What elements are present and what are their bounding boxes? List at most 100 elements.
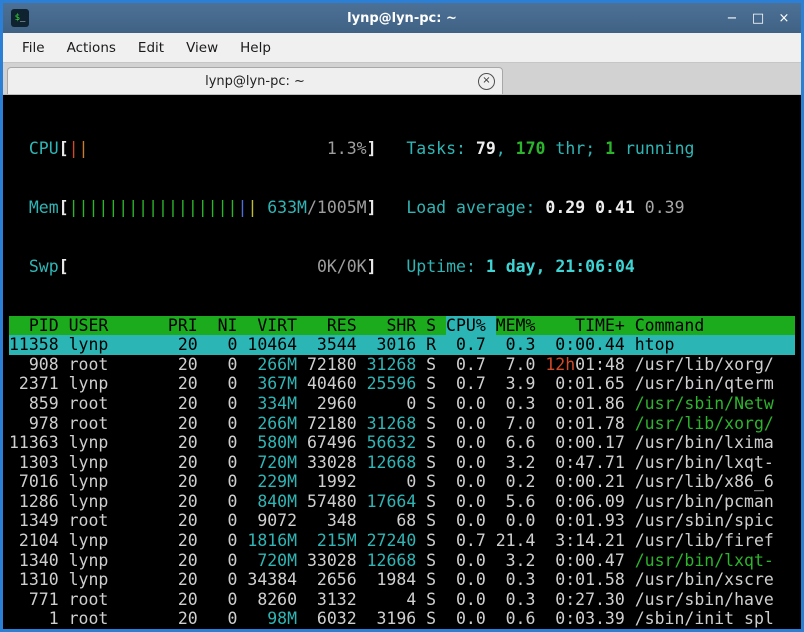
cell-ni: 0 xyxy=(208,394,248,414)
htop-header-area: CPU[||1.3%] Mem[|||||||||||||||||||633M/… xyxy=(9,100,795,316)
cpu-meter-close-bracket: ] xyxy=(367,139,377,158)
column-header-cmd[interactable]: Command xyxy=(635,316,795,336)
menu-actions[interactable]: Actions xyxy=(56,35,127,61)
cell-pri: 20 xyxy=(168,433,208,453)
cell-user: root xyxy=(69,590,168,610)
cell-user: lynp xyxy=(69,551,168,571)
cell-pri: 20 xyxy=(168,551,208,571)
running-label: running xyxy=(615,139,694,158)
cell-virt: 720M xyxy=(247,551,307,571)
cell-res: 33028 xyxy=(307,551,367,571)
process-row[interactable]: 1349root200907234868S0.00.00:01.93/usr/s… xyxy=(9,511,795,531)
process-row-selected[interactable]: 11358lynp2001046435443016R0.70.30:00.44h… xyxy=(9,335,795,355)
cell-user: root xyxy=(69,394,168,414)
process-row[interactable]: 1root20098M60323196S0.00.60:03.39/sbin/i… xyxy=(9,609,795,629)
column-header-pid[interactable]: PID xyxy=(9,316,69,336)
cell-pid: 859 xyxy=(9,394,69,414)
process-row[interactable]: 7016lynp200229M19920S0.00.20:00.21/usr/l… xyxy=(9,472,795,492)
cell-s: S xyxy=(426,355,446,375)
process-row[interactable]: 2371lynp200367M4046025596S0.73.90:01.65/… xyxy=(9,374,795,394)
cell-mem: 7.0 xyxy=(496,355,546,375)
cell-res: 67496 xyxy=(307,433,367,453)
cell-time: 0:00.44 xyxy=(545,335,634,355)
cell-res: 1992 xyxy=(307,472,367,492)
cell-mem: 6.6 xyxy=(496,433,546,453)
tasks-count: 79 xyxy=(476,139,496,158)
column-header-pri[interactable]: PRI xyxy=(168,316,208,336)
process-row[interactable]: 1303lynp200720M3302812668S0.03.20:47.71/… xyxy=(9,453,795,473)
cell-res: 348 xyxy=(307,511,367,531)
cell-res: 2960 xyxy=(307,394,367,414)
load-1: 0.29 xyxy=(545,198,585,217)
cell-s: S xyxy=(426,609,446,629)
cell-virt: 1816M xyxy=(247,531,307,551)
cell-cpu: 0.7 xyxy=(446,355,496,375)
cell-cmd: /usr/sbin/have xyxy=(635,590,795,610)
cell-time: 0:01.93 xyxy=(545,511,634,531)
cell-virt: 10464 xyxy=(247,335,307,355)
cell-pri: 20 xyxy=(168,511,208,531)
swap-meter-open-bracket: [ xyxy=(59,257,69,276)
tab-close-icon[interactable]: × xyxy=(478,73,495,90)
process-row[interactable]: 1310lynp2003438426561984S0.00.30:01.58/u… xyxy=(9,570,795,590)
cpu-meter-open-bracket: [ xyxy=(59,139,69,158)
cell-res: 72180 xyxy=(307,414,367,434)
cell-ni: 0 xyxy=(208,414,248,434)
cell-shr: 12668 xyxy=(367,551,427,571)
cell-cpu: 0.7 xyxy=(446,335,496,355)
process-row[interactable]: 2104lynp2001816M215M27240S0.721.43:14.21… xyxy=(9,531,795,551)
tasks-sep2: ; xyxy=(585,139,605,158)
cell-cpu: 0.0 xyxy=(446,453,496,473)
cell-s: R xyxy=(426,335,446,355)
cell-time: 0:01.58 xyxy=(545,570,634,590)
cell-time: 0:03.39 xyxy=(545,609,634,629)
column-header-virt[interactable]: VIRT xyxy=(247,316,307,336)
menu-view[interactable]: View xyxy=(175,35,229,61)
cell-cmd: /usr/lib/firef xyxy=(635,531,795,551)
cell-pri: 20 xyxy=(168,609,208,629)
cpu-meter-value: 1.3% xyxy=(327,139,367,159)
uptime-value: 1 day, 21:06:04 xyxy=(486,257,635,276)
cell-mem: 21.4 xyxy=(496,531,546,551)
load-label: Load average: xyxy=(406,198,545,217)
process-row[interactable]: 1340lynp200720M3302812668S0.03.20:00.47/… xyxy=(9,551,795,571)
process-row[interactable]: 771root200826031324S0.00.30:27.30/usr/sb… xyxy=(9,590,795,610)
close-button[interactable]: × xyxy=(777,12,791,25)
cell-shr: 3016 xyxy=(367,335,427,355)
terminal[interactable]: CPU[||1.3%] Mem[|||||||||||||||||||633M/… xyxy=(3,95,801,629)
title-bar[interactable]: $_ lynp@lyn-pc: ~ − □ × xyxy=(3,3,801,33)
column-header-res[interactable]: RES xyxy=(307,316,367,336)
process-row[interactable]: 859root200334M29600S0.00.30:01.86/usr/sb… xyxy=(9,394,795,414)
cell-pid: 1349 xyxy=(9,511,69,531)
menu-help[interactable]: Help xyxy=(229,35,282,61)
column-header-cpu[interactable]: CPU% xyxy=(446,316,496,336)
column-header-ni[interactable]: NI xyxy=(208,316,248,336)
cell-virt: 840M xyxy=(247,492,307,512)
cell-mem: 0.2 xyxy=(496,472,546,492)
column-header-user[interactable]: USER xyxy=(69,316,168,336)
cell-virt: 229M xyxy=(247,472,307,492)
cell-ni: 0 xyxy=(208,335,248,355)
column-header-mem[interactable]: MEM% xyxy=(496,316,546,336)
column-header-s[interactable]: S xyxy=(426,316,446,336)
cell-ni: 0 xyxy=(208,590,248,610)
menu-edit[interactable]: Edit xyxy=(127,35,175,61)
mem-meter-close-bracket: ] xyxy=(367,198,377,217)
cell-virt: 367M xyxy=(247,374,307,394)
maximize-button[interactable]: □ xyxy=(751,12,765,25)
tab-bar: lynp@lyn-pc: ~ × xyxy=(3,63,801,95)
cell-s: S xyxy=(426,394,446,414)
column-header-shr[interactable]: SHR xyxy=(367,316,427,336)
minimize-button[interactable]: − xyxy=(725,12,739,25)
process-row[interactable]: 908root200266M7218031268S0.77.012h01:48/… xyxy=(9,355,795,375)
column-header-time[interactable]: TIME+ xyxy=(545,316,634,336)
cell-s: S xyxy=(426,531,446,551)
cell-res: 33028 xyxy=(307,453,367,473)
tab-active[interactable]: lynp@lyn-pc: ~ × xyxy=(7,67,503,94)
menu-file[interactable]: File xyxy=(11,35,56,61)
mem-bar-segment: | xyxy=(238,198,248,217)
process-row[interactable]: 11363lynp200580M6749656632S0.06.60:00.17… xyxy=(9,433,795,453)
process-row[interactable]: 978root200266M7218031268S0.07.00:01.78/u… xyxy=(9,414,795,434)
process-row[interactable]: 1286lynp200840M5748017664S0.05.60:06.09/… xyxy=(9,492,795,512)
cell-time: 0:00.17 xyxy=(545,433,634,453)
